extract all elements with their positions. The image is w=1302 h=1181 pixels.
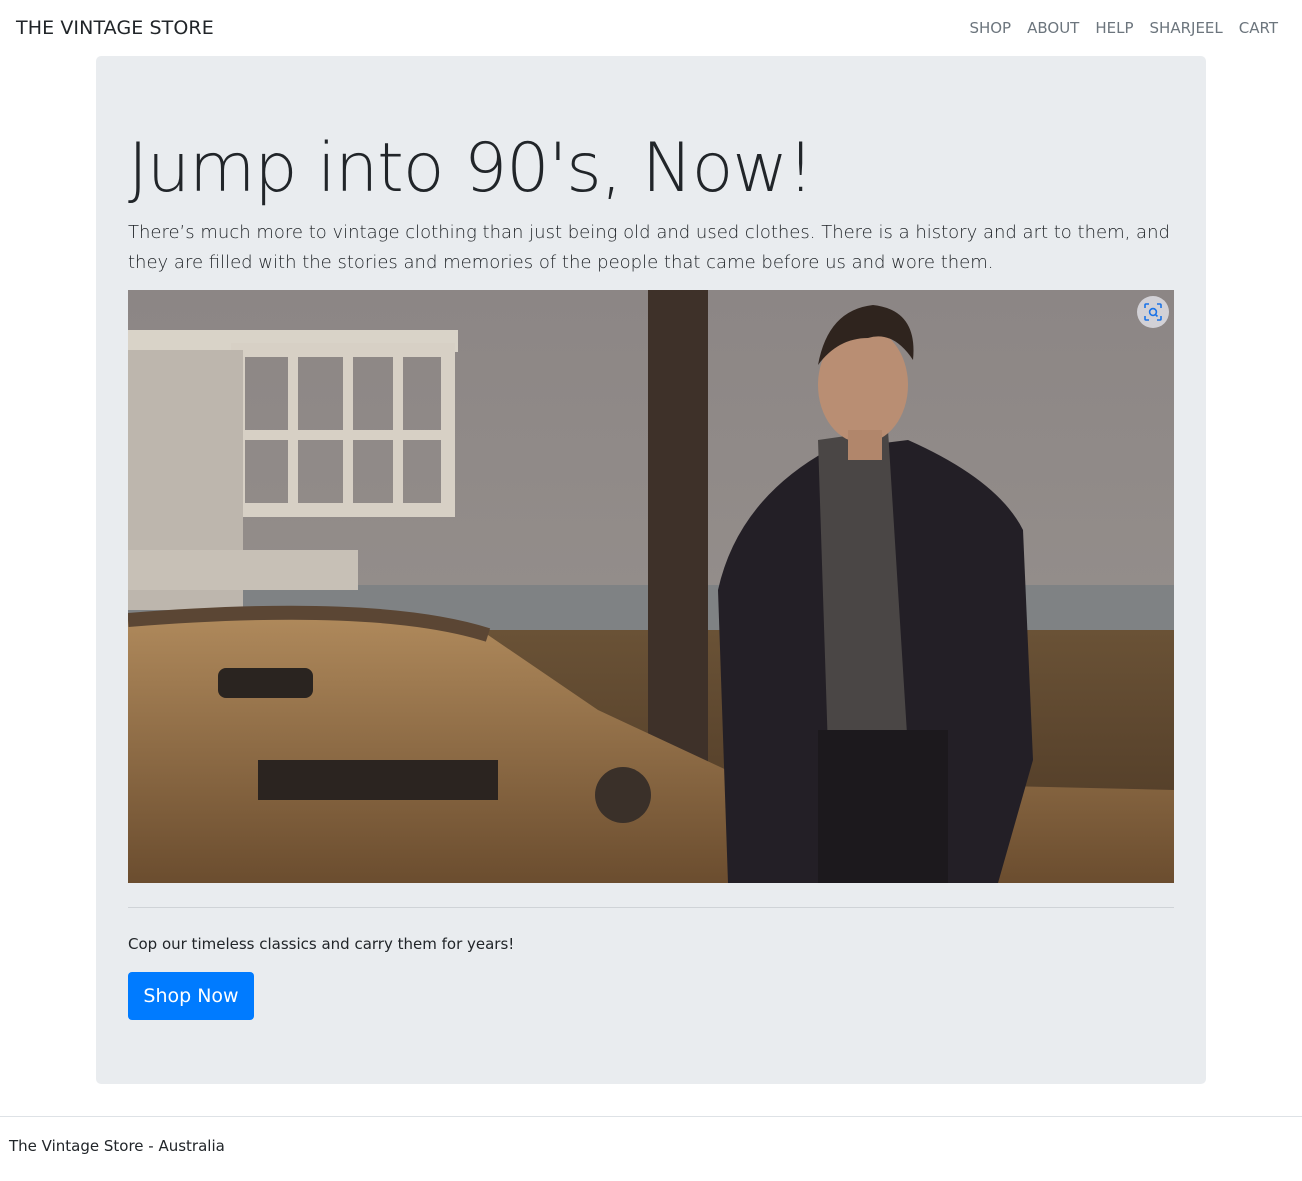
nav-link-about[interactable]: ABOUT: [1027, 19, 1079, 37]
hero-jumbotron: Jump into 90's, Now! There’s much more t…: [96, 56, 1206, 1084]
hero-divider: [128, 907, 1174, 908]
nav-links: SHOP ABOUT HELP SHARJEEL CART: [969, 19, 1278, 37]
hero-tagline: Cop our timeless classics and carry them…: [128, 935, 515, 953]
brand-logo-text[interactable]: THE VINTAGE STORE: [16, 17, 214, 39]
visual-search-icon: [1144, 303, 1162, 321]
nav-link-cart[interactable]: CART: [1239, 19, 1278, 37]
nav-link-user[interactable]: SHARJEEL: [1150, 19, 1223, 37]
nav-link-help[interactable]: HELP: [1095, 19, 1133, 37]
visual-search-button[interactable]: [1137, 296, 1169, 328]
footer-text: The Vintage Store - Australia: [9, 1137, 225, 1155]
hero-image: [128, 290, 1174, 883]
shop-now-button[interactable]: Shop Now: [128, 972, 254, 1020]
navbar: THE VINTAGE STORE SHOP ABOUT HELP SHARJE…: [0, 0, 1302, 56]
hero-photo-illustration: [128, 290, 1174, 883]
footer-divider: [0, 1116, 1302, 1117]
nav-link-shop[interactable]: SHOP: [969, 19, 1011, 37]
hero-lead-text: There’s much more to vintage clothing th…: [128, 222, 1170, 273]
hero-title: Jump into 90's, Now!: [128, 129, 814, 208]
